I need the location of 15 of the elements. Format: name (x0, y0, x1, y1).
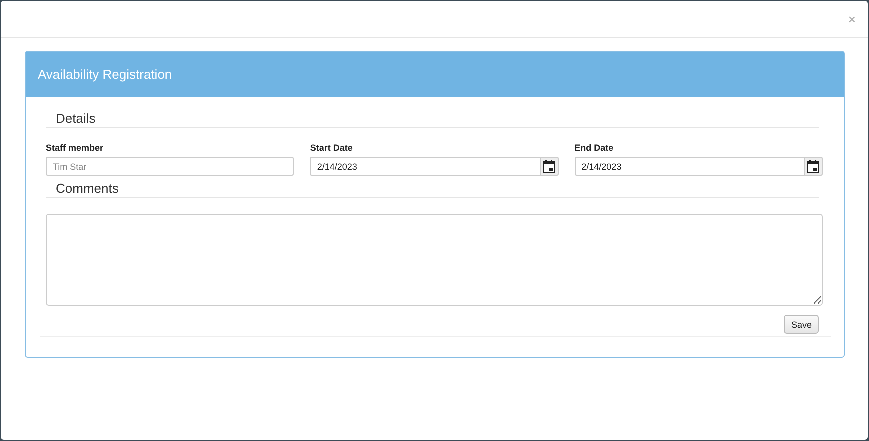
input-field[interactable]: 2/14/2023 (310, 157, 541, 176)
calendar-icon (807, 160, 820, 173)
date-picker-button[interactable] (804, 157, 823, 176)
comments-field[interactable] (46, 214, 823, 306)
field-label: Start Date (310, 142, 354, 154)
field-label: Staff member (46, 142, 105, 154)
panel-title: Availability Registration (38, 67, 172, 82)
section-heading: Details (46, 113, 819, 128)
field-label: End Date (574, 142, 615, 154)
calendar-icon (543, 160, 556, 173)
input-field[interactable]: 2/14/2023 (574, 157, 805, 176)
save-button[interactable]: Save (784, 315, 819, 334)
date-picker-button[interactable] (540, 157, 559, 176)
section-heading: Comments (46, 183, 819, 198)
input-field[interactable]: Tim Star (46, 157, 294, 176)
